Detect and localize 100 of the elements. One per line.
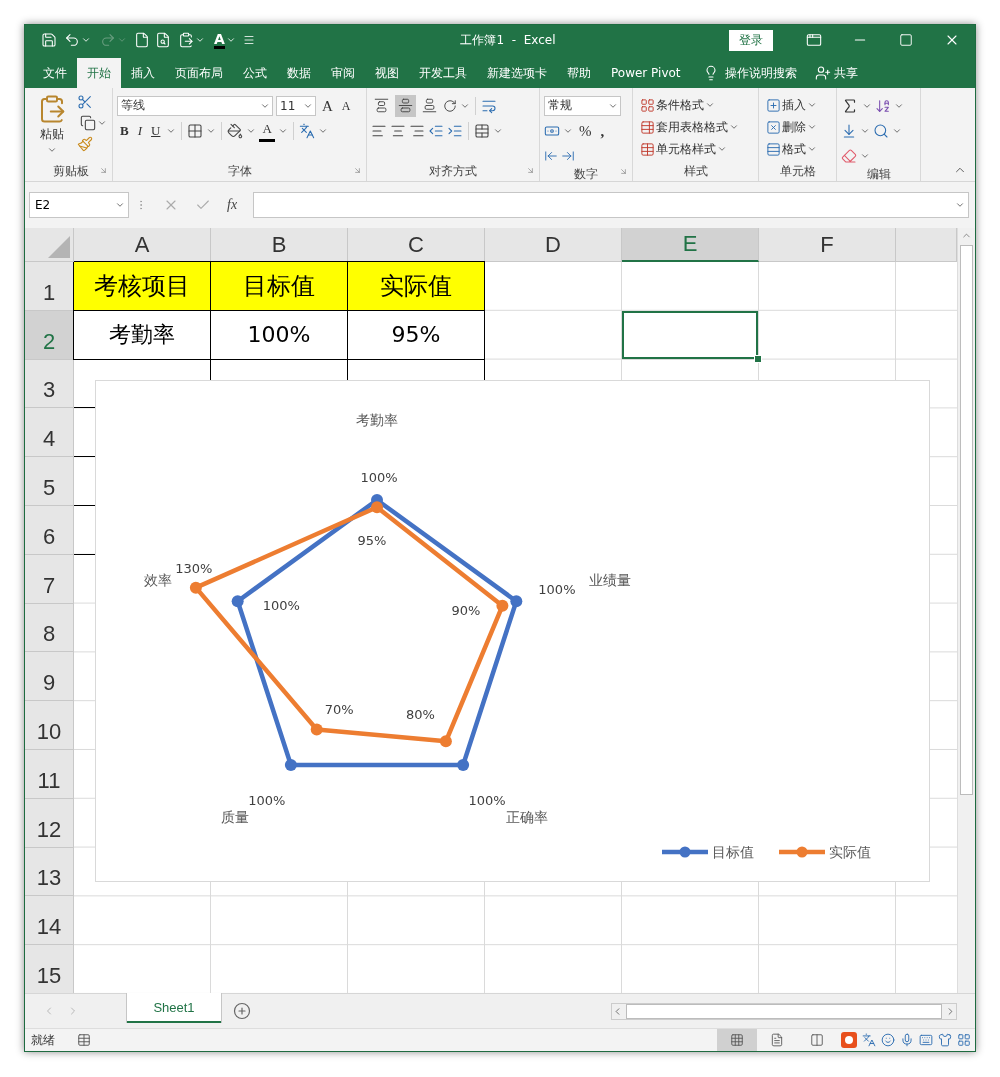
- maximize-icon[interactable]: [899, 33, 913, 47]
- share-button[interactable]: 共享: [810, 58, 862, 88]
- paint-bucket-icon[interactable]: [227, 122, 244, 139]
- sort-icon[interactable]: [875, 97, 891, 114]
- caret-icon[interactable]: [225, 35, 236, 45]
- vertical-align-button[interactable]: [395, 94, 416, 117]
- row-header[interactable]: 6: [25, 506, 74, 555]
- row-header[interactable]: 7: [25, 554, 74, 604]
- italic-button[interactable]: I: [134, 119, 145, 142]
- comma-button[interactable]: ,: [597, 119, 608, 142]
- undo-icon[interactable]: [64, 32, 80, 48]
- row-header[interactable]: 14: [25, 896, 74, 946]
- row-header[interactable]: 12: [25, 798, 74, 848]
- column-header[interactable]: D: [485, 228, 622, 262]
- new-file-icon[interactable]: [134, 32, 150, 48]
- row-header[interactable]: 1: [25, 262, 74, 311]
- percent-button[interactable]: %: [576, 119, 595, 142]
- insert-function-button[interactable]: fx: [227, 197, 238, 213]
- fill-down-icon[interactable]: [841, 122, 857, 139]
- row-header[interactable]: 10: [25, 701, 74, 750]
- caret-icon[interactable]: [195, 35, 205, 45]
- column-header[interactable]: B: [211, 228, 348, 262]
- ribbon-tab[interactable]: 视图: [365, 58, 409, 88]
- ribbon-display-icon[interactable]: [806, 32, 822, 48]
- column-header[interactable]: A: [74, 228, 211, 262]
- horizontal-scrollbar[interactable]: [611, 1002, 957, 1020]
- ribbon-tab[interactable]: 审阅: [321, 58, 365, 88]
- caret-icon[interactable]: [47, 145, 57, 155]
- caret-icon[interactable]: [807, 122, 817, 132]
- number-format-field[interactable]: 常规: [544, 95, 621, 116]
- row-header[interactable]: 5: [25, 457, 74, 506]
- styles-menu-button[interactable]: 套用表格格式: [637, 116, 742, 138]
- styles-menu-button[interactable]: 条件格式: [637, 94, 742, 116]
- row-header[interactable]: 8: [25, 603, 74, 653]
- scroll-thumb[interactable]: [626, 1003, 942, 1019]
- view-button[interactable]: [717, 1029, 757, 1051]
- caret-icon[interactable]: [717, 144, 727, 154]
- copy-icon[interactable]: [80, 115, 96, 131]
- styles-menu-button[interactable]: 单元格样式: [637, 138, 742, 160]
- column-header[interactable]: E: [622, 228, 759, 262]
- shrink-font-button[interactable]: A: [338, 94, 354, 117]
- ribbon-tab[interactable]: Power Pivot: [601, 58, 691, 88]
- person-icon[interactable]: [814, 65, 831, 81]
- caret-icon[interactable]: [807, 144, 817, 154]
- arrow-left-icon[interactable]: [544, 148, 558, 163]
- merge-cells-icon[interactable]: [474, 122, 490, 139]
- table-style-icon[interactable]: [640, 119, 655, 135]
- row-header[interactable]: 11: [25, 749, 74, 799]
- cells-menu-button[interactable]: 格式: [763, 138, 820, 160]
- row-header[interactable]: 9: [25, 652, 74, 702]
- grid-icon[interactable]: [730, 1033, 744, 1047]
- font-color-button[interactable]: A: [212, 31, 238, 49]
- print-preview-icon[interactable]: [155, 32, 171, 48]
- scissors-icon[interactable]: [77, 94, 93, 110]
- rotate-arrow-icon[interactable]: [443, 98, 457, 113]
- columns-icon[interactable]: [810, 1033, 824, 1047]
- row-header[interactable]: 3: [25, 359, 74, 409]
- ribbon-tab[interactable]: 插入: [121, 58, 165, 88]
- font-size-field[interactable]: 11: [276, 95, 316, 116]
- language-icon[interactable]: [862, 1033, 876, 1047]
- ribbon-tab[interactable]: 公式: [233, 58, 277, 88]
- dialog-launcher-icon[interactable]: [353, 166, 362, 175]
- table-style-icon[interactable]: [640, 97, 655, 113]
- page-icon[interactable]: [770, 1033, 784, 1047]
- column-header[interactable]: F: [759, 228, 896, 262]
- sheet-tab[interactable]: Sheet1: [127, 993, 221, 1023]
- search-icon[interactable]: [873, 122, 889, 139]
- eraser-icon[interactable]: [841, 147, 857, 164]
- caret-icon[interactable]: [81, 35, 91, 45]
- ribbon-tab[interactable]: 文件: [33, 58, 77, 88]
- customize-icon[interactable]: [242, 34, 255, 46]
- caret-icon[interactable]: [705, 100, 715, 110]
- caret-icon[interactable]: [807, 100, 817, 110]
- paste-button[interactable]: 粘贴: [33, 94, 71, 161]
- row-header[interactable]: 2: [25, 310, 74, 360]
- borders-icon[interactable]: [187, 122, 204, 139]
- keyboard-icon[interactable]: [919, 1033, 933, 1047]
- cell-icon[interactable]: [766, 141, 781, 157]
- caret-icon[interactable]: [729, 122, 739, 132]
- font-name-field[interactable]: 等线: [117, 95, 273, 116]
- macro-record-icon[interactable]: [77, 1033, 91, 1047]
- shirt-icon[interactable]: [938, 1033, 952, 1047]
- ime-logo-icon[interactable]: [841, 1032, 857, 1048]
- bold-button[interactable]: B: [117, 119, 132, 142]
- ribbon-tab[interactable]: 开始: [77, 58, 121, 88]
- ribbon-tab[interactable]: 页面布局: [165, 58, 233, 88]
- name-box[interactable]: E2: [29, 192, 129, 218]
- table-style-icon[interactable]: [640, 141, 655, 157]
- underline-button[interactable]: U: [148, 119, 164, 142]
- cell-icon[interactable]: [766, 119, 781, 135]
- arrow-right-icon[interactable]: [561, 148, 575, 163]
- cells-menu-button[interactable]: 插入: [763, 94, 820, 116]
- dialog-launcher-icon[interactable]: [526, 166, 535, 175]
- microphone-icon[interactable]: [900, 1033, 914, 1047]
- column-header[interactable]: C: [348, 228, 485, 262]
- ribbon-tab[interactable]: 开发工具: [409, 58, 477, 88]
- new-sheet-icon[interactable]: [233, 1002, 251, 1020]
- formula-input[interactable]: [253, 192, 969, 218]
- caret-icon[interactable]: [115, 200, 125, 210]
- cell-icon[interactable]: [766, 97, 781, 113]
